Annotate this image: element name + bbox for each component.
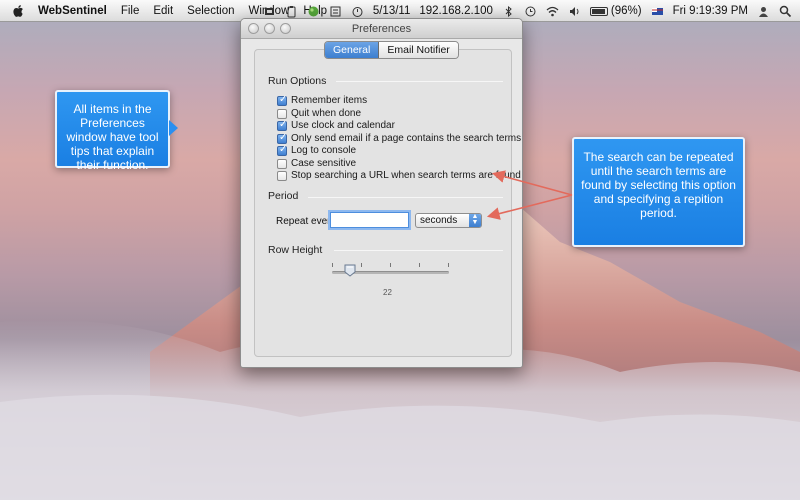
option-label: Use clock and calendar bbox=[291, 120, 395, 131]
menu-extra-glyph-icon[interactable] bbox=[263, 5, 276, 18]
option-remember-items[interactable]: Remember items bbox=[277, 94, 368, 106]
checkbox-log-to-console[interactable] bbox=[277, 144, 287, 156]
app-menu[interactable]: WebSentinel bbox=[38, 5, 107, 17]
option-only-send-email[interactable]: Only send email if a page contains the s… bbox=[277, 132, 522, 144]
checkbox-use-clock-and-calendar[interactable] bbox=[277, 119, 287, 131]
period-unit-value: seconds bbox=[420, 215, 458, 226]
checkbox-stop-searching-url[interactable] bbox=[277, 170, 287, 181]
preferences-tabs: General Email Notifier bbox=[324, 41, 459, 59]
checkbox-only-send-email[interactable] bbox=[277, 132, 287, 144]
menu-clock[interactable]: Fri 9:19:39 PM bbox=[673, 5, 748, 17]
battery-icon bbox=[589, 6, 608, 16]
row-height-slider-knob[interactable] bbox=[344, 264, 356, 277]
row-height-divider bbox=[334, 250, 503, 251]
volume-icon[interactable] bbox=[568, 5, 581, 18]
period-heading: Period bbox=[268, 190, 299, 202]
checkbox-case-sensitive[interactable] bbox=[277, 158, 287, 169]
tab-email-notifier[interactable]: Email Notifier bbox=[379, 42, 458, 58]
close-window-button[interactable] bbox=[248, 23, 259, 34]
window-title: Preferences bbox=[351, 23, 412, 35]
bluetooth-icon[interactable] bbox=[502, 5, 515, 18]
spotlight-search-icon[interactable] bbox=[779, 5, 792, 18]
wifi-icon[interactable] bbox=[546, 5, 559, 18]
window-titlebar[interactable]: Preferences bbox=[241, 19, 522, 39]
option-stop-searching-url[interactable]: Stop searching a URL when search terms a… bbox=[277, 170, 521, 181]
battery-percent: (96%) bbox=[610, 5, 642, 17]
row-height-heading: Row Height bbox=[268, 244, 323, 256]
callout-text: The search can be repeated until the sea… bbox=[581, 150, 736, 220]
run-options-heading: Run Options bbox=[268, 75, 327, 87]
search-repeat-callout: The search can be repeated until the sea… bbox=[572, 137, 745, 247]
select-arrows-icon: ▲ ▼ bbox=[469, 213, 481, 227]
repeat-every-label: Repeat every bbox=[276, 216, 336, 227]
run-options-divider bbox=[336, 81, 503, 82]
option-case-sensitive[interactable]: Case sensitive bbox=[277, 158, 356, 169]
period-divider bbox=[308, 197, 503, 198]
menu-ip-address[interactable]: 192.168.2.100 bbox=[419, 5, 493, 17]
flag-icon[interactable] bbox=[651, 5, 664, 18]
option-label: Stop searching a URL when search terms a… bbox=[291, 170, 521, 181]
period-unit-select[interactable]: seconds ▲ ▼ bbox=[415, 213, 482, 228]
leaf-icon[interactable] bbox=[307, 5, 320, 18]
callout-pointer bbox=[169, 120, 178, 136]
clipboard-icon[interactable] bbox=[285, 5, 298, 18]
menu-file[interactable]: File bbox=[121, 5, 140, 17]
time-machine-icon[interactable] bbox=[524, 5, 537, 18]
menu-selection[interactable]: Selection bbox=[187, 5, 234, 17]
row-height-value: 22 bbox=[383, 288, 392, 297]
menu-edit[interactable]: Edit bbox=[153, 5, 173, 17]
zoom-window-button[interactable] bbox=[280, 23, 291, 34]
option-label: Case sensitive bbox=[291, 158, 357, 169]
window-controls bbox=[248, 23, 296, 34]
apple-menu-icon[interactable] bbox=[12, 4, 26, 18]
tooltip-info-callout: All items in the Preferences window have… bbox=[55, 90, 178, 172]
user-icon[interactable] bbox=[757, 5, 770, 18]
menu-date[interactable]: 5/13/11 bbox=[373, 5, 411, 17]
option-label: Only send email if a page contains the s… bbox=[291, 133, 522, 144]
minimize-window-button[interactable] bbox=[264, 23, 275, 34]
timer-icon[interactable] bbox=[351, 5, 364, 18]
preferences-window: Preferences General Email Notifier Run O… bbox=[240, 18, 523, 368]
option-label: Log to console bbox=[291, 145, 357, 156]
general-panel: Run Options Remember items Quit when don… bbox=[254, 49, 521, 357]
checkbox-quit-when-done[interactable] bbox=[277, 108, 287, 119]
option-quit-when-done[interactable]: Quit when done bbox=[277, 108, 361, 119]
tab-general[interactable]: General bbox=[325, 42, 380, 58]
option-label: Remember items bbox=[291, 95, 368, 106]
callout-text: All items in the Preferences window have… bbox=[66, 102, 159, 172]
option-use-clock-and-calendar[interactable]: Use clock and calendar bbox=[277, 119, 395, 131]
repeat-every-input[interactable] bbox=[330, 212, 409, 228]
option-label: Quit when done bbox=[291, 108, 362, 119]
checkbox-remember-items[interactable] bbox=[277, 94, 287, 106]
option-log-to-console[interactable]: Log to console bbox=[277, 144, 357, 156]
battery-status[interactable]: (96%) bbox=[589, 5, 642, 17]
document-icon[interactable] bbox=[329, 5, 342, 18]
